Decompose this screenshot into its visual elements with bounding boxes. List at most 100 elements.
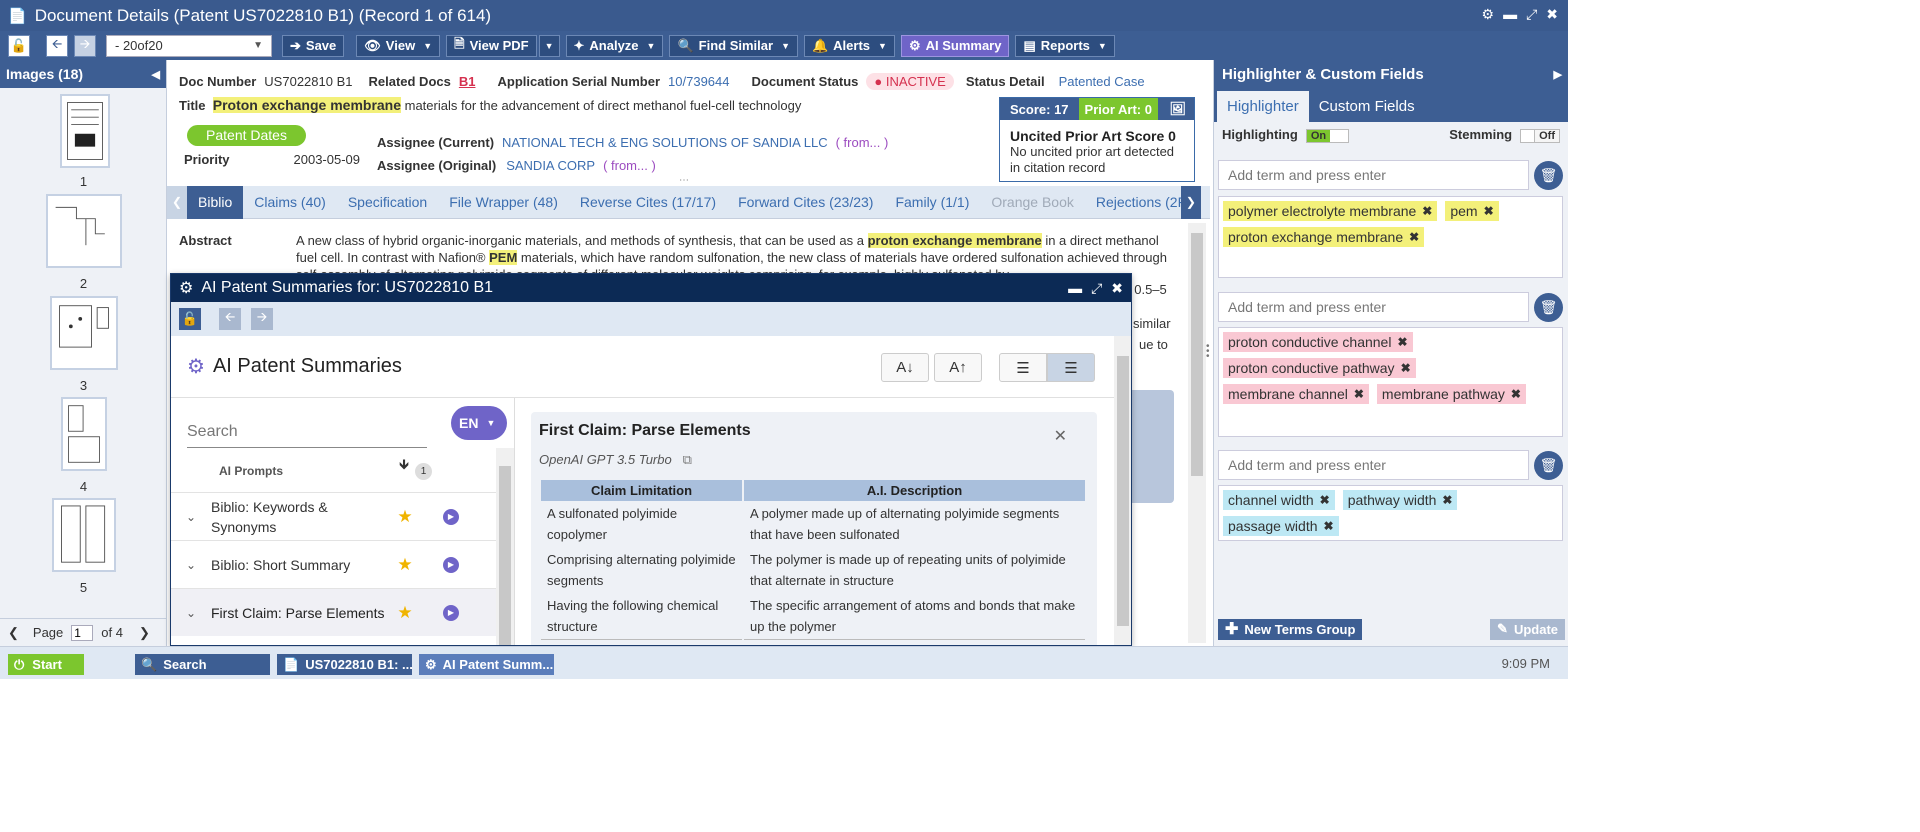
taskbar-document[interactable]: 📄 US7022810 B1: ...: [277, 654, 412, 675]
detailed-view-button[interactable]: ☰: [1047, 353, 1095, 382]
start-button[interactable]: ⏻ Start: [8, 654, 84, 675]
dialog-titlebar[interactable]: ⚙ AI Patent Summaries for: US7022810 B1 …: [171, 274, 1131, 302]
next-record-button[interactable]: 🡪: [74, 34, 96, 57]
copy-icon[interactable]: ⧉: [683, 452, 692, 467]
remove-term-icon[interactable]: ✖: [1511, 387, 1521, 401]
collapse-right-icon[interactable]: ▶: [1554, 68, 1562, 81]
restore-icon[interactable]: ⤢: [1526, 6, 1537, 23]
panel-splitter[interactable]: • • •: [1206, 342, 1213, 362]
remove-term-icon[interactable]: ✖: [1354, 387, 1364, 401]
gear-icon[interactable]: ⚙: [1482, 6, 1495, 23]
scroll-thumb[interactable]: [1191, 233, 1203, 476]
dialog-scrollbar[interactable]: [1114, 336, 1131, 645]
tab-claims[interactable]: Claims (40): [243, 186, 337, 219]
remove-term-icon[interactable]: ✖: [1401, 361, 1411, 375]
app-serial-link[interactable]: 10/739644: [668, 74, 729, 89]
save-button[interactable]: ➔ Save: [282, 34, 345, 57]
back-button[interactable]: 🡨: [219, 308, 241, 330]
image-thumbnail-4[interactable]: [61, 397, 107, 471]
close-icon[interactable]: ✖: [1111, 280, 1123, 297]
remove-term-icon[interactable]: ✖: [1324, 519, 1334, 533]
tab-specification[interactable]: Specification: [337, 186, 438, 219]
assignee-from-link[interactable]: ( from... ): [836, 135, 889, 150]
image-thumbnail-3[interactable]: [50, 296, 118, 370]
star-icon[interactable]: ★: [387, 507, 423, 527]
image-thumbnail-1[interactable]: [60, 94, 110, 168]
tab-biblio[interactable]: Biblio: [187, 185, 244, 219]
assignee-original-link[interactable]: SANDIA CORP: [506, 158, 595, 173]
image-icon[interactable]: 🖼: [1169, 101, 1186, 117]
term-input-2[interactable]: Add term and press enter: [1218, 292, 1529, 322]
tab-custom-fields[interactable]: Custom Fields: [1309, 91, 1425, 122]
sort-arrow-icon[interactable]: 🡻: [399, 454, 409, 478]
update-button[interactable]: ✎ Update: [1490, 618, 1565, 640]
scroll-thumb[interactable]: [499, 466, 511, 645]
view-pdf-dropdown[interactable]: ▼: [538, 34, 560, 57]
close-icon[interactable]: ✖: [1546, 6, 1558, 23]
prev-page-icon[interactable]: ❮: [8, 625, 19, 641]
new-terms-group-button[interactable]: ✚ New Terms Group: [1218, 618, 1363, 640]
tabs-scroll-right[interactable]: ❯: [1180, 185, 1201, 219]
scroll-thumb[interactable]: [1117, 356, 1129, 626]
forward-button[interactable]: 🡪: [251, 308, 273, 330]
chevron-down-icon[interactable]: ⌄: [171, 606, 211, 620]
taskbar-search[interactable]: 🔍 Search: [135, 654, 270, 675]
maximize-icon[interactable]: ⤢: [1091, 280, 1102, 297]
remove-term-icon[interactable]: ✖: [1320, 493, 1330, 507]
remove-term-icon[interactable]: ✖: [1397, 335, 1407, 349]
chevron-down-icon[interactable]: ⌄: [171, 558, 211, 572]
run-prompt-icon[interactable]: ▶: [443, 508, 459, 525]
remove-term-icon[interactable]: ✖: [1409, 230, 1419, 244]
tab-reverse-cites[interactable]: Reverse Cites (17/17): [569, 186, 727, 219]
remove-term-icon[interactable]: ✖: [1422, 204, 1432, 218]
lock-button[interactable]: 🔓: [8, 34, 30, 57]
term-input-1[interactable]: Add term and press enter: [1218, 160, 1529, 190]
tab-family[interactable]: Family (1/1): [884, 186, 980, 219]
language-select[interactable]: EN ▼: [451, 406, 507, 440]
find-similar-button[interactable]: 🔍 Find Similar ▼: [669, 34, 798, 57]
highlighting-toggle[interactable]: On: [1305, 128, 1350, 143]
prompt-row-short-summary[interactable]: ⌄ Biblio: Short Summary ★ ▶: [171, 540, 496, 588]
prev-record-button[interactable]: 🡨: [46, 34, 68, 57]
view-pdf-button[interactable]: 🗎 View PDF: [446, 34, 537, 57]
view-button[interactable]: 👁 View ▼: [356, 34, 441, 57]
reports-button[interactable]: ▤ Reports ▼: [1015, 34, 1115, 57]
star-icon[interactable]: ★: [387, 555, 423, 575]
tab-file-wrapper[interactable]: File Wrapper (48): [438, 186, 569, 219]
star-icon[interactable]: ★: [387, 603, 423, 623]
chevron-down-icon[interactable]: ⌄: [171, 510, 211, 524]
ai-summary-button[interactable]: ⚙ AI Summary: [900, 34, 1010, 57]
next-page-icon[interactable]: ❯: [139, 625, 150, 641]
compact-view-button[interactable]: ☰: [999, 353, 1047, 382]
main-scrollbar[interactable]: [1188, 223, 1206, 643]
tab-forward-cites[interactable]: Forward Cites (23/23): [727, 186, 884, 219]
decrease-font-button[interactable]: A↓: [881, 353, 929, 382]
patent-dates-button[interactable]: Patent Dates: [187, 125, 306, 146]
prompt-search-input[interactable]: Search: [187, 416, 427, 448]
remove-term-icon[interactable]: ✖: [1442, 493, 1452, 507]
collapse-left-icon[interactable]: ◀: [152, 68, 160, 81]
term-input-3[interactable]: Add term and press enter: [1218, 450, 1529, 480]
analyze-button[interactable]: ✦ Analyze ▼: [565, 34, 664, 57]
prompt-row-keywords[interactable]: ⌄ Biblio: Keywords & Synonyms ★ ▶: [171, 492, 496, 540]
assignee-from-link[interactable]: ( from... ): [603, 158, 656, 173]
record-select[interactable]: - 20of20 ▼: [106, 34, 272, 57]
prompts-scrollbar[interactable]: [496, 448, 514, 645]
related-docs-link[interactable]: B1: [459, 74, 476, 89]
tab-highlighter[interactable]: Highlighter: [1217, 91, 1309, 122]
stemming-toggle[interactable]: Off: [1520, 128, 1560, 143]
minimize-icon[interactable]: ▬: [1068, 280, 1082, 297]
run-prompt-icon[interactable]: ▶: [443, 604, 459, 621]
run-prompt-icon[interactable]: ▶: [443, 556, 459, 573]
delete-group-2-button[interactable]: 🗑: [1534, 293, 1563, 322]
minimize-icon[interactable]: ▬: [1503, 6, 1517, 23]
tabs-scroll-left[interactable]: ❮: [167, 185, 187, 219]
image-thumbnail-2[interactable]: [46, 194, 122, 268]
delete-group-3-button[interactable]: 🗑: [1534, 451, 1563, 480]
remove-term-icon[interactable]: ✖: [1484, 204, 1494, 218]
increase-font-button[interactable]: A↑: [934, 353, 982, 382]
page-input[interactable]: [71, 624, 94, 641]
close-card-icon[interactable]: ✕: [1054, 426, 1067, 446]
taskbar-ai-summaries[interactable]: ⚙ AI Patent Summ...: [419, 654, 554, 675]
delete-group-1-button[interactable]: 🗑: [1534, 161, 1563, 190]
